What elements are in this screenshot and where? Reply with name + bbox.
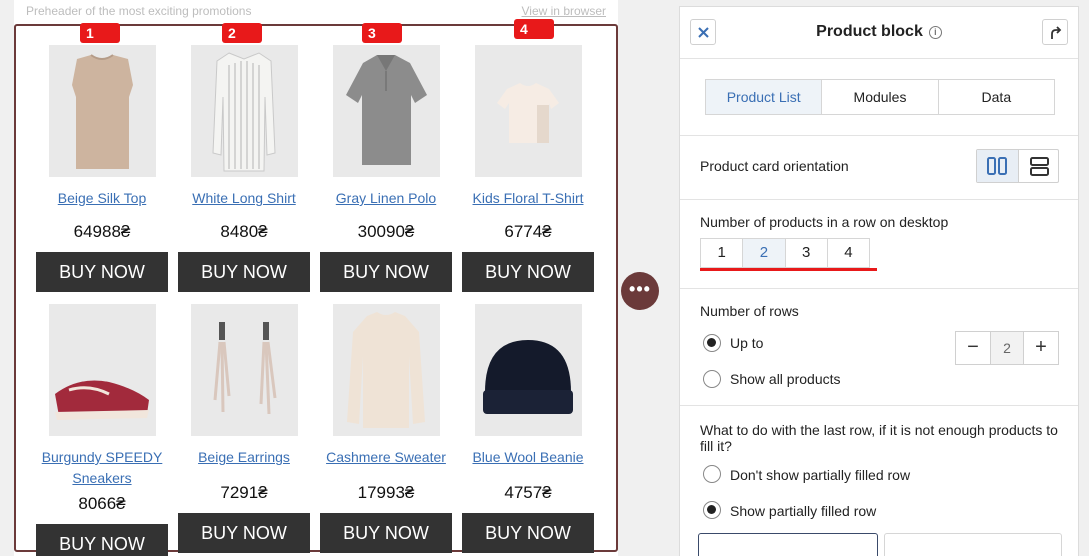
product-price: 17993₴ — [357, 483, 415, 502]
product-card: Blue Wool Beanie 4757₴ BUY NOW — [462, 304, 594, 553]
last-row-show-label[interactable]: Show partially filled row — [730, 503, 876, 519]
product-card: Burgundy SPEEDY Sneakers 8066₴ BUY NOW — [36, 304, 168, 556]
view-in-browser-link[interactable]: View in browser — [522, 4, 606, 18]
orientation-horizontal-option[interactable] — [1019, 150, 1060, 182]
rows-label: Number of rows — [700, 303, 799, 319]
orientation-label: Product card orientation — [700, 158, 849, 174]
rows-stepper: − 2 + — [955, 331, 1059, 365]
per-row-option-2[interactable]: 2 — [743, 239, 786, 267]
product-image[interactable] — [190, 304, 298, 436]
product-card: White Long Shirt 8480₴ BUY NOW — [178, 45, 310, 292]
preheader-text: Preheader of the most exciting promotion… — [26, 4, 252, 18]
last-row-hide-radio[interactable] — [703, 465, 721, 483]
product-card: Beige Earrings 7291₴ BUY NOW — [178, 304, 310, 553]
tab-modules[interactable]: Modules — [822, 80, 939, 114]
per-row-option-3[interactable]: 3 — [786, 239, 828, 267]
rows-show-all-radio[interactable] — [703, 370, 721, 388]
panel-header: Product block i — [680, 7, 1078, 59]
product-name-link[interactable]: Burgundy SPEEDY Sneakers — [36, 447, 168, 489]
product-name-link[interactable]: Cashmere Sweater — [320, 447, 452, 468]
column-badge-1: 1 — [80, 23, 120, 43]
product-price: 64988₴ — [73, 222, 131, 241]
product-name-link[interactable]: Beige Earrings — [178, 447, 310, 468]
buy-now-button[interactable]: BUY NOW — [36, 524, 168, 556]
product-image[interactable] — [474, 304, 582, 436]
arrow-up-right-icon — [1051, 26, 1062, 39]
product-image[interactable] — [48, 304, 156, 436]
rows-icon — [1030, 157, 1049, 176]
column-badge-3: 3 — [362, 23, 402, 43]
per-row-option-4[interactable]: 4 — [828, 239, 869, 267]
layout-option-card[interactable] — [884, 533, 1062, 556]
product-name-link[interactable]: Beige Silk Top — [36, 188, 168, 209]
product-card: Cashmere Sweater 17993₴ BUY NOW — [320, 304, 452, 553]
buy-now-button[interactable]: BUY NOW — [320, 513, 452, 553]
product-price: 7291₴ — [220, 483, 268, 502]
product-image[interactable] — [474, 45, 582, 177]
product-price: 30090₴ — [357, 222, 415, 241]
panel-tabs: Product List Modules Data — [705, 79, 1055, 115]
per-row-label: Number of products in a row on desktop — [700, 214, 949, 230]
orientation-toggle — [976, 149, 1059, 183]
tab-data[interactable]: Data — [939, 80, 1054, 114]
stepper-plus-button[interactable]: + — [1024, 332, 1058, 364]
per-row-selector: 1 2 3 4 — [700, 238, 870, 268]
product-name-link[interactable]: Blue Wool Beanie — [462, 447, 594, 468]
highlight-underline — [700, 268, 877, 271]
product-price: 4757₴ — [504, 483, 552, 502]
layout-option-card[interactable] — [698, 533, 878, 556]
column-badge-2: 2 — [222, 23, 262, 43]
email-preview: Preheader of the most exciting promotion… — [14, 0, 618, 556]
buy-now-button[interactable]: BUY NOW — [36, 252, 168, 292]
last-row-question: What to do with the last row, if it is n… — [700, 422, 1058, 454]
buy-now-button[interactable]: BUY NOW — [178, 513, 310, 553]
move-block-button[interactable] — [1042, 19, 1068, 45]
product-price: 6774₴ — [504, 222, 552, 241]
product-image[interactable] — [332, 45, 440, 177]
last-row-show-radio[interactable] — [703, 501, 721, 519]
product-price: 8066₴ — [78, 494, 126, 513]
product-card: Kids Floral T-Shirt 6774₴ BUY NOW — [462, 45, 594, 292]
product-block[interactable]: 1 2 3 4 Beige Silk Top 64988₴ BUY NOW Wh… — [14, 19, 618, 556]
buy-now-button[interactable]: BUY NOW — [462, 252, 594, 292]
product-name-link[interactable]: Gray Linen Polo — [320, 188, 452, 209]
product-price: 8480₴ — [220, 222, 268, 241]
product-card: Beige Silk Top 64988₴ BUY NOW — [36, 45, 168, 292]
product-name-link[interactable]: White Long Shirt — [178, 188, 310, 209]
product-block-panel: Product block i Product List Modules Data… — [679, 6, 1079, 556]
buy-now-button[interactable]: BUY NOW — [320, 252, 452, 292]
buy-now-button[interactable]: BUY NOW — [462, 513, 594, 553]
stepper-value[interactable]: 2 — [990, 332, 1024, 364]
product-name-link[interactable]: Kids Floral T-Shirt — [462, 188, 594, 209]
rows-show-all-label[interactable]: Show all products — [730, 371, 841, 387]
product-image[interactable] — [190, 45, 298, 177]
tab-product-list[interactable]: Product List — [706, 80, 823, 114]
orientation-vertical-option[interactable] — [977, 150, 1019, 182]
product-card: Gray Linen Polo 30090₴ BUY NOW — [320, 45, 452, 292]
more-options-button[interactable]: ••• — [621, 272, 659, 310]
columns-icon — [987, 157, 1007, 175]
stepper-minus-button[interactable]: − — [956, 332, 990, 364]
product-image[interactable] — [48, 45, 156, 177]
rows-up-to-radio[interactable] — [703, 334, 721, 352]
buy-now-button[interactable]: BUY NOW — [178, 252, 310, 292]
last-row-hide-label[interactable]: Don't show partially filled row — [730, 467, 910, 483]
rows-up-to-label[interactable]: Up to — [730, 335, 763, 351]
panel-title: Product block i — [680, 23, 1078, 41]
panel-title-text: Product block — [816, 23, 923, 40]
column-badge-4: 4 — [514, 19, 554, 39]
per-row-option-1[interactable]: 1 — [701, 239, 744, 267]
info-icon[interactable]: i — [928, 26, 942, 39]
product-image[interactable] — [332, 304, 440, 436]
